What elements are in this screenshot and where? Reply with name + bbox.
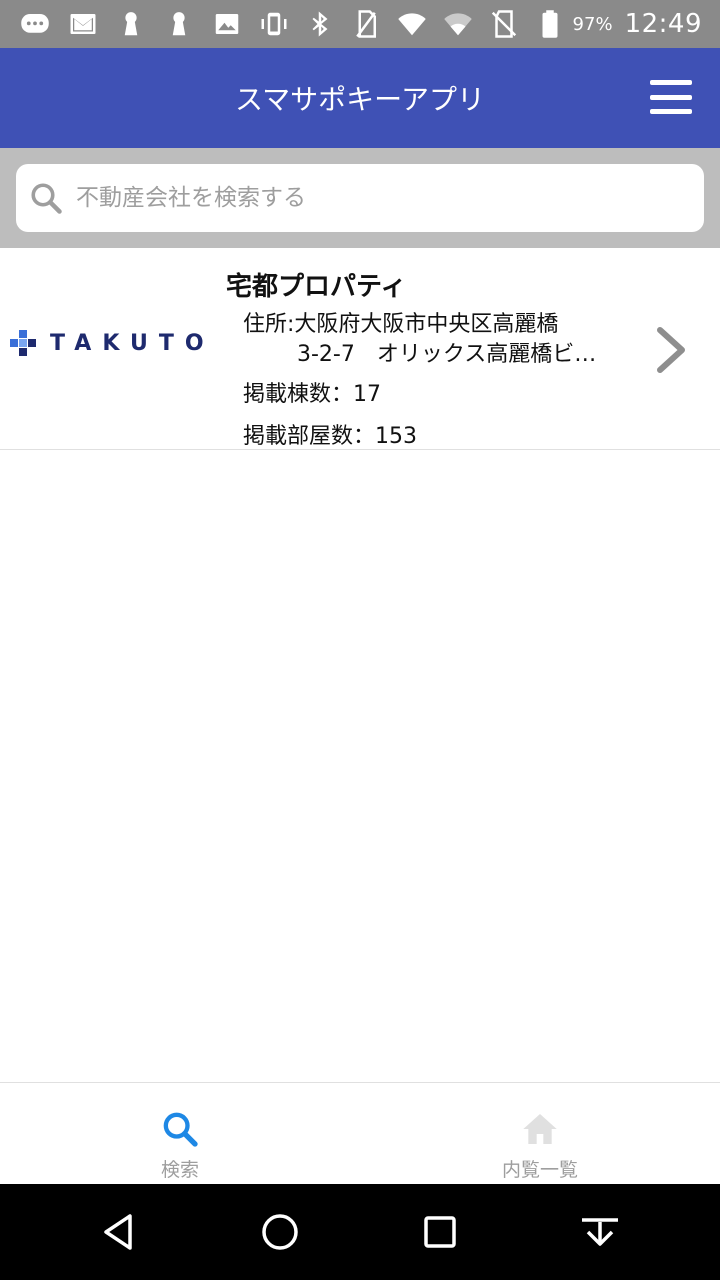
wifi-alt-icon [441, 7, 475, 41]
back-icon[interactable] [98, 1210, 142, 1254]
room-count: 掲載部屋数：153 [243, 424, 417, 449]
app-bar: スマサポキーアプリ [0, 48, 720, 148]
vibrate-icon [257, 7, 291, 41]
logo-text: TAKUTO [50, 330, 215, 356]
battery-icon [533, 7, 567, 41]
search-icon [163, 1112, 198, 1147]
no-sd-icon [487, 7, 521, 41]
search-input[interactable] [76, 185, 676, 211]
chat-icon [18, 7, 52, 41]
tab-viewing-list[interactable]: 内覧一覧 [360, 1083, 720, 1184]
search-icon [31, 183, 62, 214]
bluetooth-icon [303, 7, 337, 41]
download-icon[interactable] [578, 1210, 622, 1254]
system-nav-bar [0, 1184, 720, 1280]
keyhole-icon [114, 7, 148, 41]
company-logo: TAKUTO [10, 330, 215, 356]
recents-icon[interactable] [418, 1210, 462, 1254]
status-bar: 97% 12:49 [0, 0, 720, 48]
search-bar-area [0, 148, 720, 248]
battery-percent: 97% [572, 13, 613, 35]
home-icon [523, 1114, 557, 1144]
home-circle-icon[interactable] [258, 1210, 302, 1254]
chevron-right-icon[interactable] [654, 324, 690, 376]
wifi-icon [395, 7, 429, 41]
tab-search[interactable]: 検索 [0, 1083, 360, 1184]
logo-mark-icon [10, 330, 36, 356]
list-item[interactable]: TAKUTO 宅都プロパティ 住所:大阪府大阪市中央区高麗橋 3-2-7 オリッ… [0, 248, 720, 450]
bottom-nav: 検索 内覧一覧 [0, 1082, 720, 1184]
image-icon [210, 7, 244, 41]
gmail-icon [66, 7, 100, 41]
company-address-line2: 3-2-7 オリックス高麗橋ビ… [297, 342, 597, 367]
tab-viewing-list-label: 内覧一覧 [501, 1159, 578, 1181]
clock: 12:49 [624, 9, 702, 39]
app-title: スマサポキーアプリ [234, 83, 486, 116]
hamburger-menu-icon[interactable] [650, 80, 692, 114]
building-count: 掲載棟数：17 [243, 382, 381, 407]
tab-search-label: 検索 [160, 1159, 199, 1181]
keyhole-icon [162, 7, 196, 41]
company-address: 住所:大阪府大阪市中央区高麗橋 [243, 312, 559, 337]
company-name: 宅都プロパティ [226, 272, 407, 302]
no-sim-icon [349, 7, 383, 41]
search-box[interactable] [16, 164, 704, 232]
